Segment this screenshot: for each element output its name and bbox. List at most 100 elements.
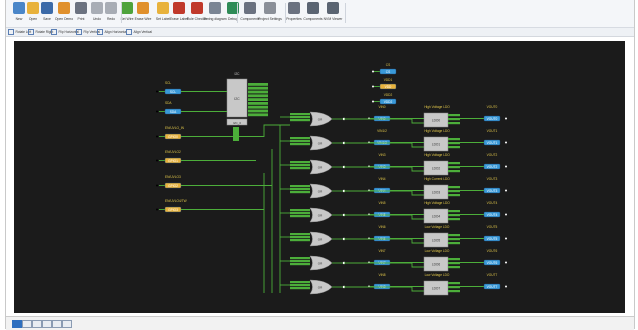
ldo-output-pin	[448, 114, 460, 117]
toolbar-separator	[345, 3, 346, 23]
gate-input-pin	[290, 284, 310, 287]
vout-pin-label: VOUT4	[487, 213, 498, 217]
i2c-output-pin	[248, 113, 268, 117]
toolbar-button-6[interactable]: Redo	[103, 1, 119, 26]
ldo-output-pin	[448, 118, 460, 121]
top-pin-cs-label: CS	[386, 70, 390, 74]
input-dot	[156, 110, 158, 113]
input-dot	[156, 208, 158, 211]
ldo-output-pin	[448, 242, 460, 245]
schematic-canvas[interactable]: SCL SCL SDA SDA EN/UVLO_IN GPIO0 EN/UVLO2 GPIO1…	[14, 41, 625, 313]
toolbar-button-label: Undo	[92, 17, 102, 21]
components-icon	[244, 2, 256, 14]
toolbar-button-15[interactable]: Project Settings	[258, 1, 282, 26]
toolbar-button-8[interactable]: Erase Wire	[135, 1, 151, 26]
input-pin-gpio0-label: GPIO0	[168, 135, 178, 139]
vout-dot	[505, 237, 507, 240]
vout-pin-label: VOUT1	[487, 141, 498, 145]
toolbar-separator	[285, 3, 286, 23]
ldo-vin-title: VIN1/2	[377, 129, 387, 133]
gate-input-pin	[290, 212, 310, 215]
gate-input-pin	[290, 263, 310, 266]
i2c-output-pin	[248, 83, 268, 86]
input-pin-scl-label: SCL	[170, 90, 176, 94]
ldo-title: High Voltage LDO	[424, 129, 450, 133]
transform-icon	[51, 29, 57, 35]
toolbar-button-2[interactable]: Save	[39, 1, 55, 26]
vout-title: VOUT5	[487, 225, 498, 229]
toolbar-button-label: NVM Viewer	[323, 17, 343, 21]
toolbar-button-10[interactable]: Erase Label	[170, 1, 188, 26]
toolbar-button-label: Set Label	[155, 17, 171, 21]
vout-dot	[505, 165, 507, 168]
redo-icon	[105, 2, 117, 14]
subbar-button-2[interactable]: Flip Horizontal	[51, 29, 79, 35]
transform-icon	[8, 29, 14, 35]
ldo-output-pin	[448, 142, 460, 145]
view-tab-2[interactable]	[22, 320, 32, 328]
gate-input-pin	[290, 116, 310, 119]
vout-title: VOUT7	[487, 273, 498, 277]
subbar-button-4[interactable]: Align Horizontal	[97, 29, 127, 35]
i2c-output-pin	[248, 94, 268, 98]
toolbar-button-label: New	[15, 17, 23, 21]
view-tab-active[interactable]	[12, 320, 22, 328]
toolbar-button-label: Components	[303, 17, 323, 21]
view-tab-6[interactable]	[62, 320, 72, 328]
ldo-output-pin	[448, 146, 460, 149]
app-window: New Open Save Open Demo Print Undo Redo Set Wir…	[5, 0, 635, 330]
input-dot	[156, 184, 158, 187]
i2c-output-pin	[248, 109, 268, 113]
toolbar-button-13[interactable]: Debug	[225, 1, 241, 26]
vout-dot	[505, 189, 507, 192]
transform-icon	[126, 29, 132, 35]
ldo-title: Low Voltage LDO	[425, 249, 450, 253]
ldo-output-pin	[448, 234, 460, 237]
toolbar-button-4[interactable]: Print	[73, 1, 89, 26]
gate-input-pin	[290, 215, 310, 218]
i2c-output-pin	[248, 102, 268, 105]
toolbar-button-3[interactable]: Open Demo	[55, 1, 73, 26]
schematic-svg: SCL SCL SDA SDA EN/UVLO_IN GPIO0 EN/UVLO2 GPIO1…	[156, 63, 507, 296]
ldo-block-label: LDO5	[432, 239, 441, 243]
gate-input-pin	[290, 209, 310, 212]
components-list-icon	[307, 2, 319, 14]
ldo-output-pin	[448, 262, 460, 265]
top-pin-title: VDD1	[384, 78, 393, 82]
ldo-output-pin	[448, 214, 460, 217]
toolbar-button-label: Erase Wire	[134, 17, 152, 21]
ldo-output-pin	[448, 186, 460, 189]
toolbar-button-17[interactable]: Components	[303, 1, 323, 26]
toolbar-button-11[interactable]: Rule Checker	[187, 1, 207, 26]
top-pin-title: CS	[386, 63, 390, 67]
subbar-button-label: Align Horizontal	[104, 30, 127, 34]
toolbar-button-16[interactable]: Properties	[286, 1, 302, 26]
input-pin-gpio3-label: GPIO3	[168, 208, 178, 212]
gate-input-pin	[290, 260, 310, 263]
vout-pin-label: VOUT5	[487, 237, 498, 241]
toolbar-button-14[interactable]: Components	[240, 1, 260, 26]
i2c-block-title: I2C	[235, 72, 241, 76]
vout-title: VOUT3	[487, 177, 498, 181]
view-tab-5[interactable]	[52, 320, 62, 328]
toolbar-button-9[interactable]: Set Label	[155, 1, 171, 26]
view-tab-3[interactable]	[32, 320, 42, 328]
subbar-button-1[interactable]: Rotate Right	[28, 29, 53, 35]
gate-input-pin	[290, 140, 310, 143]
input-pin-sda-label: SDA	[170, 110, 177, 114]
subbar-button-5[interactable]: Align Vertical	[126, 29, 152, 35]
toolbar-button-18[interactable]: NVM Viewer	[323, 1, 343, 26]
vout-pin-label: VOUT7	[487, 285, 498, 289]
erase-wire-icon	[137, 2, 149, 14]
ldo-output-pin	[448, 194, 460, 197]
ldo-block-label: LDO1	[432, 143, 441, 147]
top-pin-dot	[372, 70, 374, 73]
ldo-block-label: LDO6	[432, 263, 441, 267]
toolbar-button-12[interactable]: Timing diagram	[203, 1, 227, 26]
view-tab-4[interactable]	[42, 320, 52, 328]
ldo-block-label: LDO2	[432, 167, 441, 171]
toolbar-separator	[237, 3, 238, 23]
vout-pin-label: VOUT3	[487, 189, 498, 193]
toolbar-button-label: Redo	[106, 17, 116, 21]
vout-dot	[505, 141, 507, 144]
